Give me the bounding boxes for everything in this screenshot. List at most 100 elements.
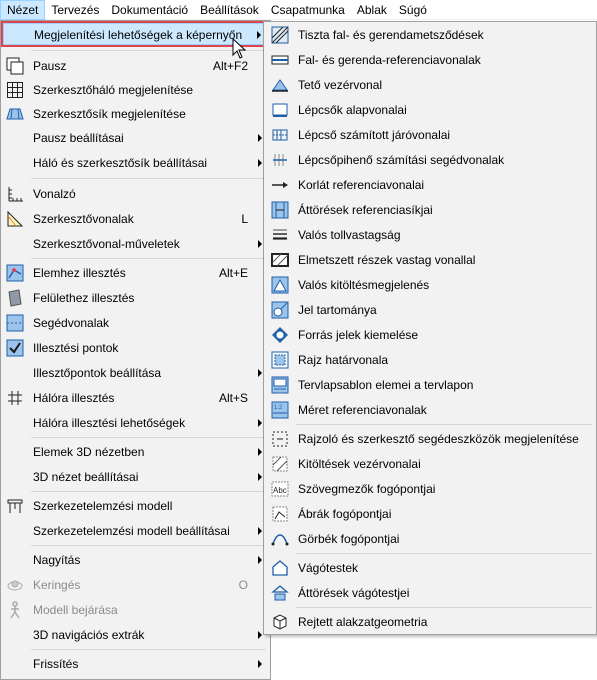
- submenu-item-spline-handles[interactable]: Görbék fogópontjai: [266, 528, 594, 550]
- menu-item-label: Modell bejárása: [33, 603, 118, 617]
- menubar-view[interactable]: Nézet: [0, 0, 46, 20]
- menu-item-label: Lépcső számított járóvonalai: [298, 128, 451, 142]
- menu-item-label: Valós tollvastagság: [298, 228, 401, 242]
- submenu-item-fill-handles[interactable]: Kitöltések vezérvonalai: [266, 453, 594, 475]
- menu-item-refresh[interactable]: Frissítés: [3, 653, 268, 675]
- submenu-item-reference-lines[interactable]: Fal- és gerenda-referenciavonalak: [266, 49, 594, 71]
- submenu-item-source-markers[interactable]: Forrás jelek kiemelése: [266, 324, 594, 346]
- menu-item-label: Forrás jelek kiemelése: [298, 328, 419, 342]
- menu-item-label: Áttörések referenciasíkjai: [298, 203, 433, 217]
- submenu-item-figure-handles[interactable]: Ábrák fogópontjai: [266, 503, 594, 525]
- menubar-design[interactable]: Tervezés: [45, 0, 105, 20]
- menu-item-grid-settings[interactable]: Háló és szerkesztősík beállításai: [3, 152, 268, 174]
- menu-item-elements-in-3d[interactable]: Elemek 3D nézetben: [3, 441, 268, 463]
- menu-item-label: Jel tartománya: [298, 303, 377, 317]
- menu-item-guide-line-operations[interactable]: Szerkesztővonal-műveletek: [3, 233, 268, 255]
- submenu-item-text-box-handles[interactable]: Abc Szövegmezők fogópontjai: [266, 478, 594, 500]
- menu-item-label: Pausz beállításai: [33, 131, 124, 145]
- submenu-item-landing-lines[interactable]: Lépcsőpihenő számítási segédvonalak: [266, 149, 594, 171]
- menu-item-structural-model-settings[interactable]: Szerkezetelemzési modell beállításai: [3, 520, 268, 542]
- menu-item-label: Frissítés: [33, 657, 79, 671]
- menubar-help[interactable]: Súgó: [393, 0, 433, 20]
- menu-item-editing-plane[interactable]: Szerkesztősík megjelenítése: [3, 103, 268, 125]
- submenu-item-roof-pivot-line[interactable]: Tető vezérvonal: [266, 74, 594, 96]
- menu-item-label: Valós kitöltésmegjelenés: [298, 278, 430, 292]
- submenu-arrow-icon: [257, 31, 261, 39]
- menu-item-helper-lines[interactable]: Segédvonalak: [3, 312, 268, 334]
- menu-item-label: Vonalzó: [33, 187, 76, 201]
- menu-item-label: Felülethez illesztés: [33, 291, 135, 305]
- menu-item-label: Rajzoló és szerkesztő segédeszközök megj…: [298, 432, 579, 446]
- submenu-arrow-icon: [258, 369, 262, 377]
- menu-item-3d-navigation-extras[interactable]: 3D navigációs extrák: [3, 624, 268, 646]
- railing-reference-icon: [271, 176, 289, 194]
- menu-item-shortcut: Alt+E: [218, 266, 248, 280]
- submenu-item-true-line-weight[interactable]: Valós tollvastagság: [266, 224, 594, 246]
- menu-item-ruler[interactable]: Vonalzó: [3, 183, 268, 205]
- submenu-item-master-layout-items[interactable]: Tervlapsablon elemei a tervlapon: [266, 374, 594, 396]
- menu-item-label: Segédvonalak: [33, 316, 110, 330]
- opening-cut-icon: [271, 584, 289, 602]
- menu-item-snap-point-settings[interactable]: Illesztőpontok beállítása: [3, 362, 268, 384]
- svg-text:Abc: Abc: [273, 486, 287, 495]
- menu-item-label: Tervlapsablon elemei a tervlapon: [298, 378, 474, 392]
- submenu-item-stair-walkline[interactable]: Lépcső számított járóvonalai: [266, 124, 594, 146]
- fill-handles-icon: [271, 455, 289, 473]
- drawing-frame-icon: [271, 351, 289, 369]
- menu-item-label: Áttörések vágótestjei: [298, 586, 410, 600]
- menu-item-label: Keringés: [33, 578, 81, 592]
- submenu-arrow-icon: [258, 631, 262, 639]
- menu-item-grid-snap-options[interactable]: Hálóra illesztési lehetőségek: [3, 412, 268, 434]
- text-box-handles-icon: Abc: [271, 480, 289, 498]
- menu-item-snap-to-element[interactable]: Elemhez illesztés Alt+E: [3, 262, 268, 284]
- submenu-item-opening-planes[interactable]: Áttörések referenciasíkjai: [266, 199, 594, 221]
- structural-model-icon: [6, 497, 24, 515]
- submenu-item-hidden-geometry[interactable]: Rejtett alakzatgeometria: [266, 611, 594, 633]
- menu-item-3d-view-settings[interactable]: 3D nézet beállításai: [3, 466, 268, 488]
- menu-item-walk-model[interactable]: Modell bejárása: [3, 599, 268, 621]
- menu-bar: Nézet Tervezés Dokumentáció Beállítások …: [0, 0, 597, 20]
- menubar-window[interactable]: Ablak: [351, 0, 393, 20]
- submenu-item-drawing-frame[interactable]: Rajz határvonala: [266, 349, 594, 371]
- submenu-item-vectorial-hatching[interactable]: Valós kitöltésmegjelenés: [266, 274, 594, 296]
- menu-item-label: Illesztési pontok: [33, 341, 119, 355]
- menu-item-label: Lépcsők alapvonalai: [298, 103, 407, 117]
- master-layout-icon: [271, 376, 289, 394]
- menu-item-label: Görbék fogópontjai: [298, 532, 400, 546]
- hidden-geometry-icon: [271, 613, 289, 631]
- menu-item-orbit[interactable]: Keringés O: [3, 574, 268, 596]
- menu-item-trace[interactable]: Pausz Alt+F2: [3, 55, 268, 77]
- menu-item-label: Elemhez illesztés: [33, 266, 126, 280]
- menu-item-snap-to-surface[interactable]: Felülethez illesztés: [3, 287, 268, 309]
- menu-item-snap-points[interactable]: Illesztési pontok: [3, 337, 268, 359]
- cutting-body-icon: [271, 559, 289, 577]
- orbit-icon: [6, 576, 24, 594]
- submenu-item-marker-range[interactable]: Jel tartománya: [266, 299, 594, 321]
- submenu-arrow-icon: [258, 473, 262, 481]
- submenu-item-stair-baseline[interactable]: Lépcsők alapvonalai: [266, 99, 594, 121]
- menu-item-snap-to-grid[interactable]: Hálóra illesztés Alt+S: [3, 387, 268, 409]
- submenu-item-opening-cut-bodies[interactable]: Áttörések vágótestjei: [266, 582, 594, 604]
- landing-lines-icon: [271, 151, 289, 169]
- submenu-item-clean-intersections[interactable]: Tiszta fal- és gerendametsződések: [266, 24, 594, 46]
- menu-item-grid-display[interactable]: Szerkesztőháló megjelenítése: [3, 79, 268, 101]
- menu-item-trace-settings[interactable]: Pausz beállításai: [3, 127, 268, 149]
- menu-item-structural-model[interactable]: Szerkezetelemzési modell: [3, 495, 268, 517]
- submenu-arrow-icon: [258, 240, 262, 248]
- menu-separator: [31, 491, 266, 492]
- menubar-document[interactable]: Dokumentáció: [105, 0, 194, 20]
- submenu-item-cutting-bodies[interactable]: Vágótestek: [266, 557, 594, 579]
- roof-pivot-icon: [271, 76, 289, 94]
- submenu-item-drawing-aids[interactable]: Rajzoló és szerkesztő segédeszközök megj…: [266, 428, 594, 450]
- submenu-item-bold-cut-lines[interactable]: Elmetszett részek vastag vonallal: [266, 249, 594, 271]
- menu-item-label: Méret referenciavonalak: [298, 403, 427, 417]
- menu-item-guide-lines[interactable]: Szerkesztővonalak L: [3, 208, 268, 230]
- menubar-teamwork[interactable]: Csapatmunka: [265, 0, 351, 20]
- menu-separator: [296, 424, 592, 425]
- submenu-item-dimension-reference[interactable]: 1.2 Méret referenciavonalak: [266, 399, 594, 421]
- menu-item-on-screen-view-options[interactable]: Megjelenítési lehetőségek a képernyőn: [1, 21, 270, 47]
- menubar-options[interactable]: Beállítások: [194, 0, 265, 20]
- submenu-item-railing-reference[interactable]: Korlát referenciavonalai: [266, 174, 594, 196]
- svg-text:1.2: 1.2: [274, 405, 283, 411]
- menu-item-zoom[interactable]: Nagyítás: [3, 549, 268, 571]
